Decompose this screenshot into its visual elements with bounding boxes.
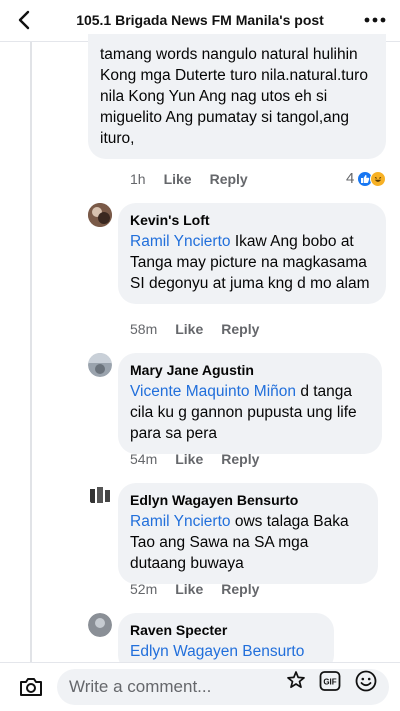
reply-button[interactable]: Reply [221, 321, 259, 337]
like-button[interactable]: Like [175, 581, 203, 597]
reply-button[interactable]: Reply [210, 171, 248, 187]
avatar[interactable] [88, 613, 112, 637]
like-button[interactable]: Like [175, 451, 203, 467]
page-title: 105.1 Brigada News FM Manila's post [76, 12, 324, 28]
reaction-count: 4 [346, 170, 355, 187]
comment-text: Edlyn Wagayen Bensurto [130, 641, 322, 662]
avatar-sticker-button[interactable] [284, 669, 308, 693]
comment-author[interactable]: Mary Jane Agustin [130, 361, 370, 379]
comment-bubble[interactable]: Kevin's Loft Ramil Yncierto Ikaw Ang bob… [118, 203, 386, 304]
mention-link[interactable]: Ramil Yncierto [130, 513, 231, 530]
avatar[interactable] [88, 203, 112, 227]
like-button[interactable]: Like [175, 321, 203, 337]
mention-link[interactable]: Vicente Maquinto Miñon [130, 383, 296, 400]
comment-item: Edlyn Wagayen Bensurto Ramil Yncierto ow… [118, 483, 378, 584]
sticker-icon [287, 671, 305, 689]
avatar[interactable] [88, 353, 112, 377]
comment-bubble[interactable]: tamang words nangulo natural hulihin Kon… [88, 34, 386, 159]
camera-button[interactable] [18, 675, 44, 699]
comment-text: tamang words nangulo natural hulihin Kon… [100, 46, 368, 147]
comment-meta: 54m Like Reply [130, 451, 259, 467]
comment-bubble[interactable]: Edlyn Wagayen Bensurto Ramil Yncierto ow… [118, 483, 378, 584]
comment-author[interactable]: Raven Specter [130, 621, 322, 639]
comment-time: 1h [130, 171, 146, 187]
svg-text:GIF: GIF [323, 678, 336, 687]
emoji-button[interactable] [354, 669, 378, 693]
comment-author[interactable]: Edlyn Wagayen Bensurto [130, 491, 366, 509]
gif-button[interactable]: GIF [318, 669, 342, 693]
reply-button[interactable]: Reply [221, 581, 259, 597]
reply-button[interactable]: Reply [221, 451, 259, 467]
comment-meta: 58m Like Reply [130, 321, 259, 337]
avatar[interactable] [88, 483, 112, 507]
comment-text: Vicente Maquinto Miñon d tanga cila ku g… [130, 381, 370, 444]
thread-line [30, 42, 32, 662]
comment-meta: 52m Like Reply [130, 581, 259, 597]
emoji-icon [355, 670, 377, 692]
comment-text: Ramil Yncierto ows talaga Baka Tao ang S… [130, 511, 366, 574]
comment-item: Kevin's Loft Ramil Yncierto Ikaw Ang bob… [118, 203, 386, 304]
comment-item: Mary Jane Agustin Vicente Maquinto Miñon… [118, 353, 382, 454]
mention-link[interactable]: Edlyn Wagayen Bensurto [130, 643, 304, 660]
reaction-summary[interactable]: 4 [346, 170, 387, 187]
comment-composer-bar: Write a comment... GIF [0, 662, 400, 711]
more-options-button[interactable] [362, 8, 388, 32]
comment-author[interactable]: Kevin's Loft [130, 211, 374, 229]
comment-item: tamang words nangulo natural hulihin Kon… [88, 34, 386, 159]
comment-time: 58m [130, 321, 158, 337]
comment-meta: 1h Like Reply [130, 171, 248, 187]
camera-icon [20, 678, 42, 696]
like-button[interactable]: Like [164, 171, 192, 187]
comment-time: 52m [130, 581, 158, 597]
comment-input-placeholder: Write a comment... [69, 677, 212, 696]
comment-text: Ramil Yncierto Ikaw Ang bobo at Tanga ma… [130, 231, 374, 294]
more-dots-icon [364, 17, 386, 23]
haha-reaction-icon [370, 170, 387, 187]
comment-bubble[interactable]: Mary Jane Agustin Vicente Maquinto Miñon… [118, 353, 382, 454]
comment-time: 54m [130, 451, 158, 467]
mention-link[interactable]: Ramil Yncierto [130, 233, 231, 250]
gif-icon: GIF [319, 671, 341, 691]
